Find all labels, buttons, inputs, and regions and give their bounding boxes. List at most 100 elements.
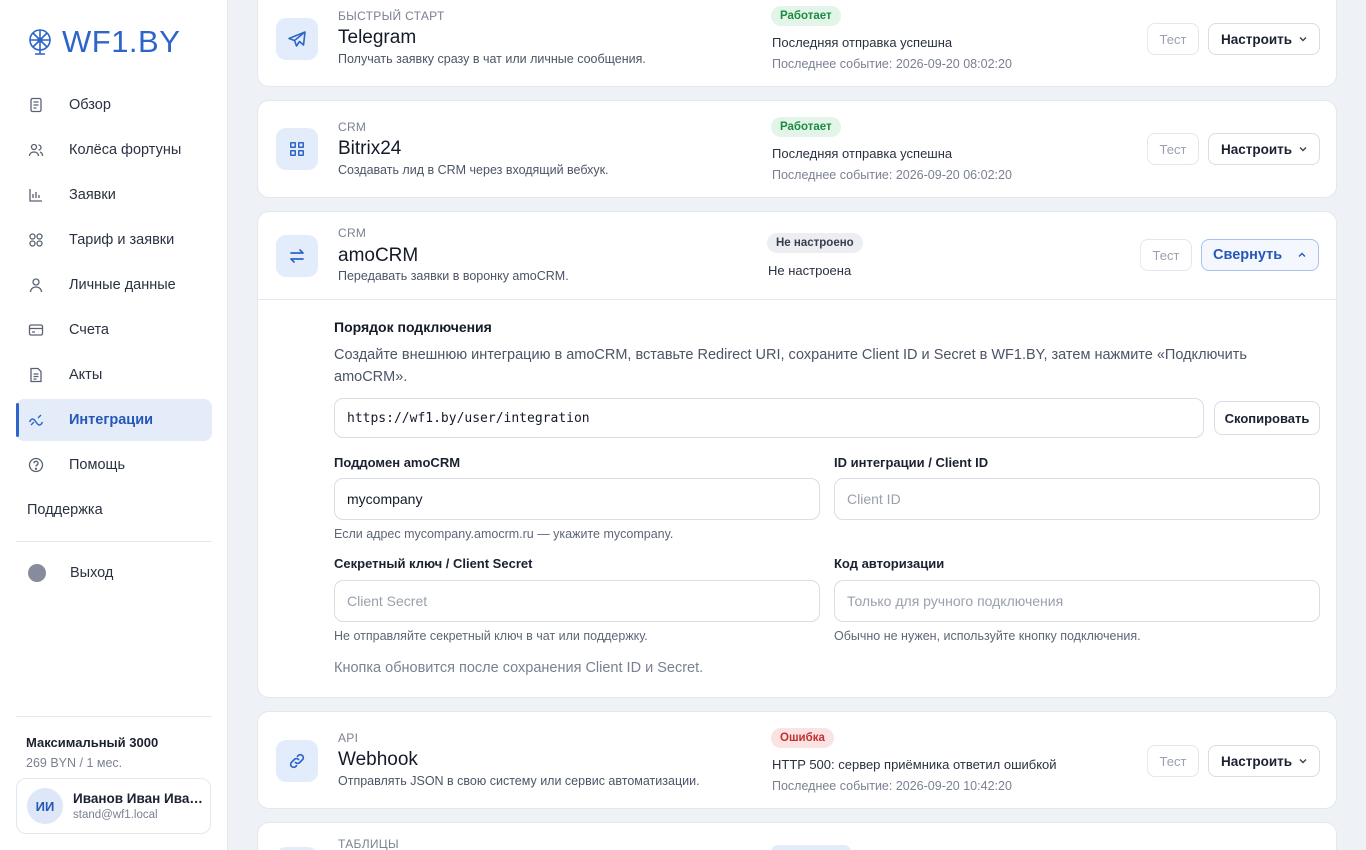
plan-price: 269 BYN / 1 мес. — [26, 756, 123, 770]
integration-description: Получать заявку сразу в чат или личные с… — [338, 52, 646, 66]
sidebar-item-help[interactable]: Помощь — [16, 444, 212, 486]
chevron-down-icon — [1299, 147, 1307, 152]
status-badge: Ошибка — [771, 728, 834, 748]
sidebar-item-profile[interactable]: Личные данные — [16, 264, 212, 306]
chevron-down-icon — [1299, 37, 1307, 42]
status-badge — [771, 845, 851, 850]
chevron-down-icon — [1299, 759, 1307, 764]
sidebar-item-label: Заявки — [69, 187, 116, 203]
configure-button[interactable]: Настроить — [1208, 745, 1320, 777]
logo-text: WF1.BY — [62, 24, 181, 59]
client-id-label: ID интеграции / Client ID — [834, 455, 989, 470]
sidebar-item-integrations[interactable]: Интеграции — [16, 399, 212, 441]
sidebar-item-support[interactable]: Поддержка — [16, 489, 212, 531]
integration-description: Передавать заявки в воронку amoCRM. — [338, 269, 569, 283]
sidebar-item-label: Интеграции — [69, 412, 154, 428]
logout-label: Выход — [70, 565, 114, 581]
integration-category: БЫСТРЫЙ СТАРТ — [338, 9, 445, 23]
sidebar-item-overview[interactable]: Обзор — [16, 84, 212, 126]
sidebar-item-label: Акты — [69, 367, 103, 383]
plan-name: Максимальный 3000 — [26, 735, 159, 750]
int-icon-box — [276, 18, 318, 60]
test-button[interactable]: Тест — [1147, 133, 1199, 165]
status-text: Последняя отправка успешна — [772, 146, 953, 161]
client-secret-label: Секретный ключ / Client Secret — [334, 556, 533, 571]
last-event-text: Последнее событие: 2026-09-20 10:42:20 — [772, 779, 1012, 793]
status-badge: Работает — [771, 117, 841, 137]
user-email: stand@wf1.local — [73, 809, 158, 821]
status-text: HTTP 500: сервер приёмника ответил ошибк… — [772, 757, 1057, 772]
credit-card-icon — [28, 322, 44, 338]
last-event-text: Последнее событие: 2026-09-20 06:02:20 — [772, 168, 1012, 182]
plan-info: Максимальный 3000 269 BYN / 1 мес. — [16, 716, 212, 770]
integration-category: ТАБЛИЦЫ — [338, 837, 399, 850]
logout-button[interactable]: Выход — [16, 552, 212, 594]
test-button[interactable]: Тест — [1147, 745, 1199, 777]
sidebar-item-invoices[interactable]: Счета — [16, 309, 212, 351]
int-icon-box — [276, 235, 318, 277]
user-info: Иванов Иван Ива… stand@wf1.local — [73, 791, 203, 821]
collapse-button[interactable]: Свернуть — [1201, 239, 1319, 271]
wheel-logo-icon — [29, 29, 51, 55]
help-circle-icon — [28, 457, 44, 473]
collapse-label: Свернуть — [1213, 247, 1283, 263]
integration-card-bitrix24: CRM Bitrix24 Создавать лид в CRM через в… — [257, 100, 1337, 198]
grid-icon — [28, 232, 44, 248]
integration-title: Webhook — [338, 749, 418, 770]
configure-button[interactable]: Настроить — [1208, 23, 1320, 55]
integration-link-icon — [28, 412, 44, 428]
telegram-icon — [288, 31, 306, 47]
sidebar-item-wheels[interactable]: Колёса фортуны — [16, 129, 212, 171]
integration-card-tables: ТАБЛИЦЫ — [257, 822, 1337, 850]
link-icon — [289, 753, 305, 769]
logo[interactable]: WF1.BY — [26, 24, 180, 60]
redirect-uri-field[interactable]: https://wf1.by/user/integration — [334, 398, 1204, 438]
sidebar-item-label: Обзор — [69, 97, 111, 113]
sidebar-item-label: Колёса фортуны — [69, 142, 182, 158]
status-text: Не настроена — [768, 263, 852, 278]
integration-title: Bitrix24 — [338, 138, 402, 159]
int-icon-box — [276, 740, 318, 782]
integration-card-amocrm: CRM amoCRM Передавать заявки в воронку a… — [257, 211, 1337, 698]
connection-steps-title: Порядок подключения — [334, 319, 492, 335]
panel-footer-note: Кнопка обновится после сохранения Client… — [334, 660, 704, 676]
integration-category: CRM — [338, 120, 367, 134]
test-button[interactable]: Тест — [1140, 239, 1192, 271]
test-button[interactable]: Тест — [1147, 23, 1199, 55]
copy-button[interactable]: Скопировать — [1214, 401, 1320, 435]
user-icon — [28, 277, 44, 293]
client-id-input[interactable]: Client ID — [834, 478, 1320, 520]
configure-button[interactable]: Настроить — [1208, 133, 1320, 165]
integration-category: API — [338, 731, 359, 745]
integration-description: Создавать лид в CRM через входящий вебху… — [338, 163, 609, 177]
integration-card-telegram: БЫСТРЫЙ СТАРТ Telegram Получать заявку с… — [257, 0, 1337, 87]
sidebar-item-label: Тариф и заявки — [69, 232, 175, 248]
integration-description: Отправлять JSON в свою систему или серви… — [338, 774, 700, 788]
auth-code-input[interactable]: Только для ручного подключения — [834, 580, 1320, 622]
connection-steps-text: Создайте внешнюю интеграцию в amoCRM, вс… — [334, 347, 1247, 385]
status-badge: Работает — [771, 6, 841, 26]
configure-label: Настроить — [1221, 31, 1293, 47]
users-icon — [28, 142, 44, 158]
sidebar-item-acts[interactable]: Акты — [16, 354, 212, 396]
subdomain-input[interactable]: mycompany — [334, 478, 820, 520]
integration-card-webhook: API Webhook Отправлять JSON в свою систе… — [257, 711, 1337, 809]
auth-code-hint: Обычно не нужен, используйте кнопку подк… — [834, 629, 1141, 643]
user-card[interactable]: ИИ Иванов Иван Ива… stand@wf1.local — [16, 778, 211, 834]
sidebar: WF1.BY Обзор Колёса фортуны Заявки Тариф… — [0, 0, 228, 850]
client-secret-hint: Не отправляйте секретный ключ в чат или … — [334, 629, 648, 643]
configure-label: Настроить — [1221, 141, 1293, 157]
sidebar-item-requests[interactable]: Заявки — [16, 174, 212, 216]
status-text: Последняя отправка успешна — [772, 35, 953, 50]
integration-category: CRM — [338, 226, 367, 240]
last-event-text: Последнее событие: 2026-09-20 08:02:20 — [772, 57, 1012, 71]
document-icon — [28, 97, 44, 113]
configure-label: Настроить — [1221, 753, 1293, 769]
client-secret-input[interactable]: Client Secret — [334, 580, 820, 622]
avatar: ИИ — [27, 788, 63, 824]
sidebar-item-tariff[interactable]: Тариф и заявки — [16, 219, 212, 261]
auth-code-label: Код авторизации — [834, 556, 945, 571]
subdomain-hint: Если адрес mycompany.amocrm.ru — укажите… — [334, 527, 674, 541]
sidebar-item-label: Счета — [69, 322, 109, 338]
sidebar-item-label: Личные данные — [69, 277, 176, 293]
